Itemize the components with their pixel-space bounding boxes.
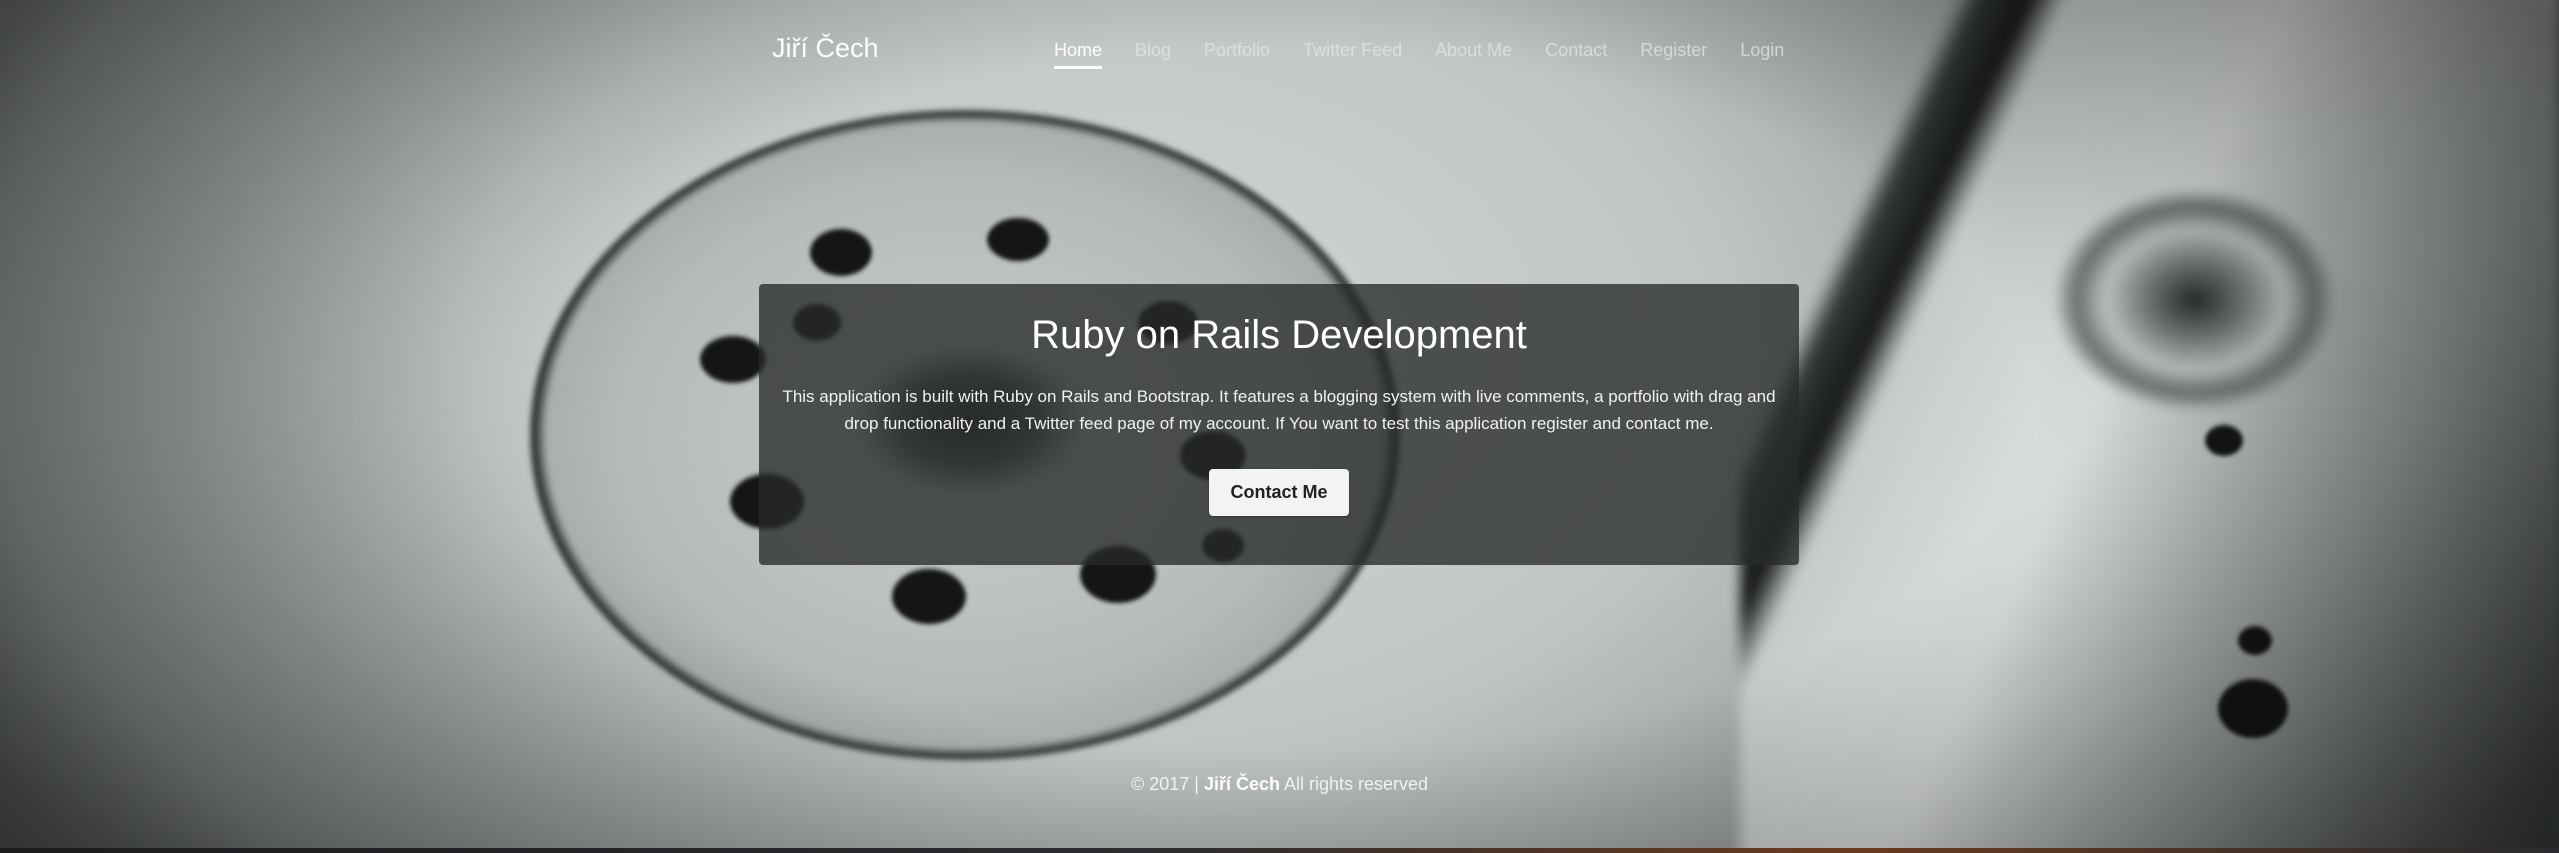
footer-author: Jiří Čech bbox=[1203, 774, 1280, 794]
jumbotron: Ruby on Rails Development This applicati… bbox=[759, 284, 1799, 565]
page: Jiří Čech Home Blog Portfolio Twitter Fe… bbox=[0, 0, 2559, 853]
nav-item-portfolio[interactable]: Portfolio bbox=[1204, 40, 1270, 69]
intro-text: This application is built with Ruby on R… bbox=[782, 387, 1776, 433]
nav-item-about-me[interactable]: About Me bbox=[1435, 40, 1512, 69]
nav-item-twitter-feed[interactable]: Twitter Feed bbox=[1303, 40, 1402, 69]
footer: © 2017 | Jiří Čech All rights reserved bbox=[0, 774, 2559, 795]
footer-rights: All rights reserved bbox=[1284, 774, 1429, 794]
nav-menu: Home Blog Portfolio Twitter Feed About M… bbox=[1054, 40, 1817, 69]
nav-item-home[interactable]: Home bbox=[1054, 40, 1103, 69]
nav-item-blog[interactable]: Blog bbox=[1135, 40, 1171, 69]
contact-me-button[interactable]: Contact Me bbox=[1209, 469, 1349, 516]
bottom-strip bbox=[0, 848, 2559, 853]
footer-copyright: © 2017 | bbox=[1130, 774, 1199, 794]
nav-item-register[interactable]: Register bbox=[1640, 40, 1707, 69]
nav-item-login[interactable]: Login bbox=[1740, 40, 1784, 69]
navbar: Jiří Čech Home Blog Portfolio Twitter Fe… bbox=[0, 0, 2559, 100]
brand-link[interactable]: Jiří Čech bbox=[772, 33, 879, 64]
page-title: Ruby on Rails Development bbox=[1031, 313, 1527, 357]
nav-item-contact[interactable]: Contact bbox=[1545, 40, 1607, 69]
